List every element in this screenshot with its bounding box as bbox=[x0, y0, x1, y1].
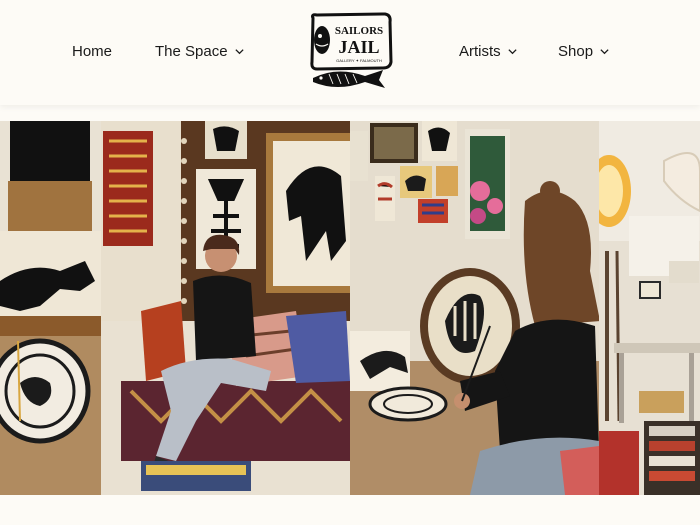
nav-artists[interactable]: Artists bbox=[459, 43, 518, 60]
nav-artists-label: Artists bbox=[459, 43, 501, 60]
logo-line2: JAIL bbox=[338, 37, 379, 57]
page-background-strip bbox=[0, 495, 700, 525]
studio-easel-photo bbox=[0, 121, 101, 495]
studio-interior-photo bbox=[599, 121, 700, 495]
nav-the-space-label: The Space bbox=[155, 43, 228, 60]
sailors-jail-logo[interactable]: SAILORS JAIL GALLERY ✦ FALMOUTH bbox=[307, 12, 393, 92]
chevron-down-icon bbox=[508, 49, 517, 55]
logo-line1: SAILORS bbox=[335, 25, 383, 37]
chevron-down-icon bbox=[234, 49, 244, 55]
chevron-down-icon bbox=[600, 49, 609, 55]
artist-on-sofa-photo bbox=[101, 121, 350, 495]
nav-shop[interactable]: Shop bbox=[558, 43, 610, 60]
logo-subline: GALLERY ✦ FALMOUTH bbox=[336, 58, 382, 63]
nav-home[interactable]: Home bbox=[72, 43, 112, 60]
nav-the-space[interactable]: The Space bbox=[155, 43, 245, 60]
site-header: Home The Space SAILORS JAIL GALLERY ✦ FA… bbox=[0, 0, 700, 105]
nav-home-label: Home bbox=[72, 43, 113, 60]
hero-gallery bbox=[0, 121, 700, 495]
artist-painting-pot-photo bbox=[350, 121, 599, 495]
nav-shop-label: Shop bbox=[558, 43, 594, 60]
